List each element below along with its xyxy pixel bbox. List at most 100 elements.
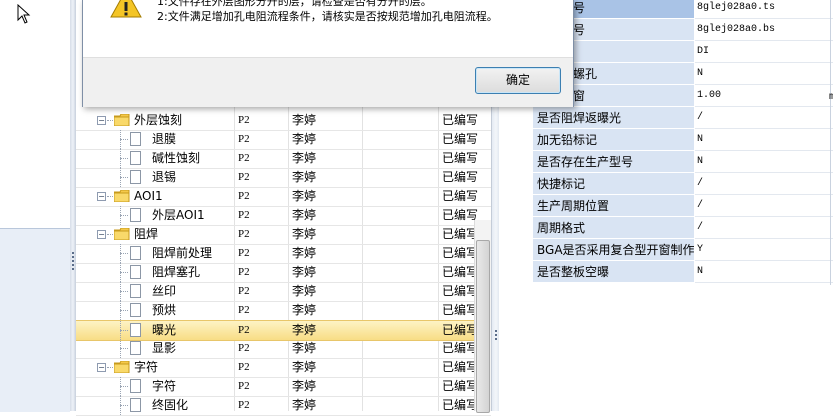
collapse-toggle-icon[interactable]: − bbox=[97, 230, 106, 239]
tree-item-label: 终固化 bbox=[152, 398, 189, 412]
property-name: 是否存在生产型号 bbox=[533, 151, 694, 173]
tree-user-cell: 李婷 bbox=[292, 151, 317, 165]
tree-level-cell: P2 bbox=[238, 266, 250, 278]
tree-folder-row[interactable]: − 外层蚀刻 P2 李婷 已编写 bbox=[76, 111, 491, 131]
tree-folder-row[interactable]: − 阻焊 P2 李婷 已编写 bbox=[76, 225, 491, 245]
document-icon bbox=[130, 303, 141, 317]
property-row[interactable]: 是否整板空曝 N bbox=[499, 261, 833, 283]
tree-user-cell: 李婷 bbox=[292, 189, 317, 203]
tree-item-label: 丝印 bbox=[152, 284, 177, 298]
folder-icon bbox=[114, 114, 130, 126]
document-icon bbox=[130, 398, 141, 412]
tree-level-cell: P2 bbox=[238, 190, 250, 202]
tree-user-cell: 李婷 bbox=[292, 341, 317, 355]
tree-item-label: 预烘 bbox=[152, 303, 177, 317]
property-value[interactable]: / bbox=[695, 195, 833, 217]
property-value[interactable]: Y bbox=[695, 239, 833, 261]
left-lower-panel bbox=[0, 228, 70, 412]
property-row[interactable]: 是否存在生产型号 N bbox=[499, 151, 833, 173]
collapse-toggle-icon[interactable]: − bbox=[97, 363, 106, 372]
tree-user-cell: 李婷 bbox=[292, 360, 317, 374]
tree-item-row[interactable]: 终固化 P2 李婷 已编写 bbox=[76, 396, 491, 416]
tree-folder-row[interactable]: − 字符 P2 李婷 已编写 bbox=[76, 358, 491, 378]
property-row[interactable]: 是否阻焊返曝光 / bbox=[499, 107, 833, 129]
property-value[interactable]: 8glej028a0.bs bbox=[695, 19, 833, 41]
tree-item-row[interactable]: 预烘 P2 李婷 已编写 bbox=[76, 301, 491, 321]
prop-unit-text: m bbox=[829, 92, 833, 103]
document-icon bbox=[130, 323, 141, 337]
folder-icon bbox=[114, 190, 130, 202]
property-value[interactable]: N bbox=[695, 63, 833, 85]
tree-user-cell: 李婷 bbox=[292, 113, 317, 127]
property-value[interactable]: 8glej028a0.ts bbox=[695, 0, 833, 19]
tree-item-row[interactable]: 显影 P2 李婷 已编写 bbox=[76, 339, 491, 359]
document-icon bbox=[130, 379, 141, 393]
tree-user-cell: 李婷 bbox=[292, 379, 317, 393]
property-name: 加无铅标记 bbox=[533, 129, 694, 151]
dialog-footer: 确定 bbox=[83, 57, 573, 107]
property-value[interactable]: N bbox=[695, 129, 833, 151]
tree-level-cell: P2 bbox=[238, 304, 250, 316]
tree-user-cell: 李婷 bbox=[292, 208, 317, 222]
property-row[interactable]: 生产周期位置 / bbox=[499, 195, 833, 217]
tree-level-cell: P2 bbox=[238, 342, 250, 354]
tree-item-row[interactable]: 字符 P2 李婷 已编写 bbox=[76, 377, 491, 397]
tree-user-cell: 李婷 bbox=[292, 227, 317, 241]
tree-user-cell: 李婷 bbox=[292, 323, 317, 337]
tree-level-cell: P2 bbox=[238, 114, 250, 126]
tree-item-label: 碱性蚀刻 bbox=[152, 151, 201, 165]
tree-item-row[interactable]: 阻焊塞孔 P2 李婷 已编写 bbox=[76, 263, 491, 283]
tree-status-cell: 已编写 bbox=[442, 189, 479, 203]
property-name: 快捷标记 bbox=[533, 173, 694, 195]
collapse-toggle-icon[interactable]: − bbox=[97, 116, 106, 125]
collapse-toggle-icon[interactable]: − bbox=[97, 192, 106, 201]
property-row[interactable]: 加无铅标记 N bbox=[499, 129, 833, 151]
dialog-message-line2: 2:文件满足增加孔电阻流程条件，请核实是否按规范增加孔电阻流程。 bbox=[157, 10, 498, 23]
tree-item-row[interactable]: 退膜 P2 李婷 已编写 bbox=[76, 130, 491, 150]
tree-level-cell: P2 bbox=[238, 171, 250, 183]
document-icon bbox=[130, 341, 141, 355]
dialog-body: 1:文件存在外层图形分开的层，请检查是否有分开的层。 2:文件满足增加孔电阻流程… bbox=[83, 0, 573, 57]
tree-item-row[interactable]: 碱性蚀刻 P2 李婷 已编写 bbox=[76, 149, 491, 169]
warning-icon bbox=[110, 0, 142, 18]
tree-level-cell: P2 bbox=[238, 133, 250, 145]
property-value[interactable]: / bbox=[695, 107, 833, 129]
tree-item-row[interactable]: 曝光 P2 李婷 已编写 bbox=[76, 320, 491, 341]
tree-level-cell: P2 bbox=[238, 247, 250, 259]
tree-folder-label: AOI1 bbox=[134, 189, 163, 203]
tree-level-cell: P2 bbox=[238, 209, 250, 221]
tree-level-cell: P2 bbox=[238, 399, 250, 411]
property-value[interactable]: 1.00 bbox=[695, 85, 833, 107]
tree-level-cell: P2 bbox=[238, 285, 250, 297]
tree-item-row[interactable]: 退锡 P2 李婷 已编写 bbox=[76, 168, 491, 188]
tree-level-cell: P2 bbox=[238, 152, 250, 164]
property-row[interactable]: 快捷标记 / bbox=[499, 173, 833, 195]
tree-item-label: 外层AOI1 bbox=[152, 208, 205, 222]
property-value[interactable]: / bbox=[695, 217, 833, 239]
tree-scrollbar-thumb[interactable] bbox=[476, 240, 490, 413]
tree-item-label: 曝光 bbox=[152, 323, 177, 337]
message-dialog: 1:文件存在外层图形分开的层，请检查是否有分开的层。 2:文件满足增加孔电阻流程… bbox=[82, 0, 574, 107]
tree-user-cell: 李婷 bbox=[292, 303, 317, 317]
tree-level-cell: P2 bbox=[238, 324, 250, 336]
property-row[interactable]: BGA是否采用复合型开窗制作 Y bbox=[499, 239, 833, 261]
tree-item-row[interactable]: 丝印 P2 李婷 已编写 bbox=[76, 282, 491, 302]
tree-item-row[interactable]: 阻焊前处理 P2 李婷 已编写 bbox=[76, 244, 491, 264]
property-value[interactable]: N bbox=[695, 151, 833, 173]
tree-status-cell: 已编写 bbox=[442, 170, 479, 184]
property-name: BGA是否采用复合型开窗制作 bbox=[533, 239, 694, 261]
tree-user-cell: 李婷 bbox=[292, 246, 317, 260]
tree-folder-label: 字符 bbox=[134, 360, 159, 374]
property-value[interactable]: N bbox=[695, 261, 833, 283]
document-icon bbox=[130, 151, 141, 165]
document-icon bbox=[130, 284, 141, 298]
tree-folder-row[interactable]: − AOI1 P2 李婷 已编写 bbox=[76, 187, 491, 207]
property-row[interactable]: 周期格式 / bbox=[499, 217, 833, 239]
property-value[interactable]: / bbox=[695, 173, 833, 195]
tree-item-label: 阻焊塞孔 bbox=[152, 265, 201, 279]
property-name: 是否阻焊返曝光 bbox=[533, 107, 694, 129]
property-value[interactable]: DI bbox=[695, 41, 833, 63]
document-icon bbox=[130, 170, 141, 184]
ok-button[interactable]: 确定 bbox=[475, 67, 561, 94]
tree-item-row[interactable]: 外层AOI1 P2 李婷 已编写 bbox=[76, 206, 491, 226]
